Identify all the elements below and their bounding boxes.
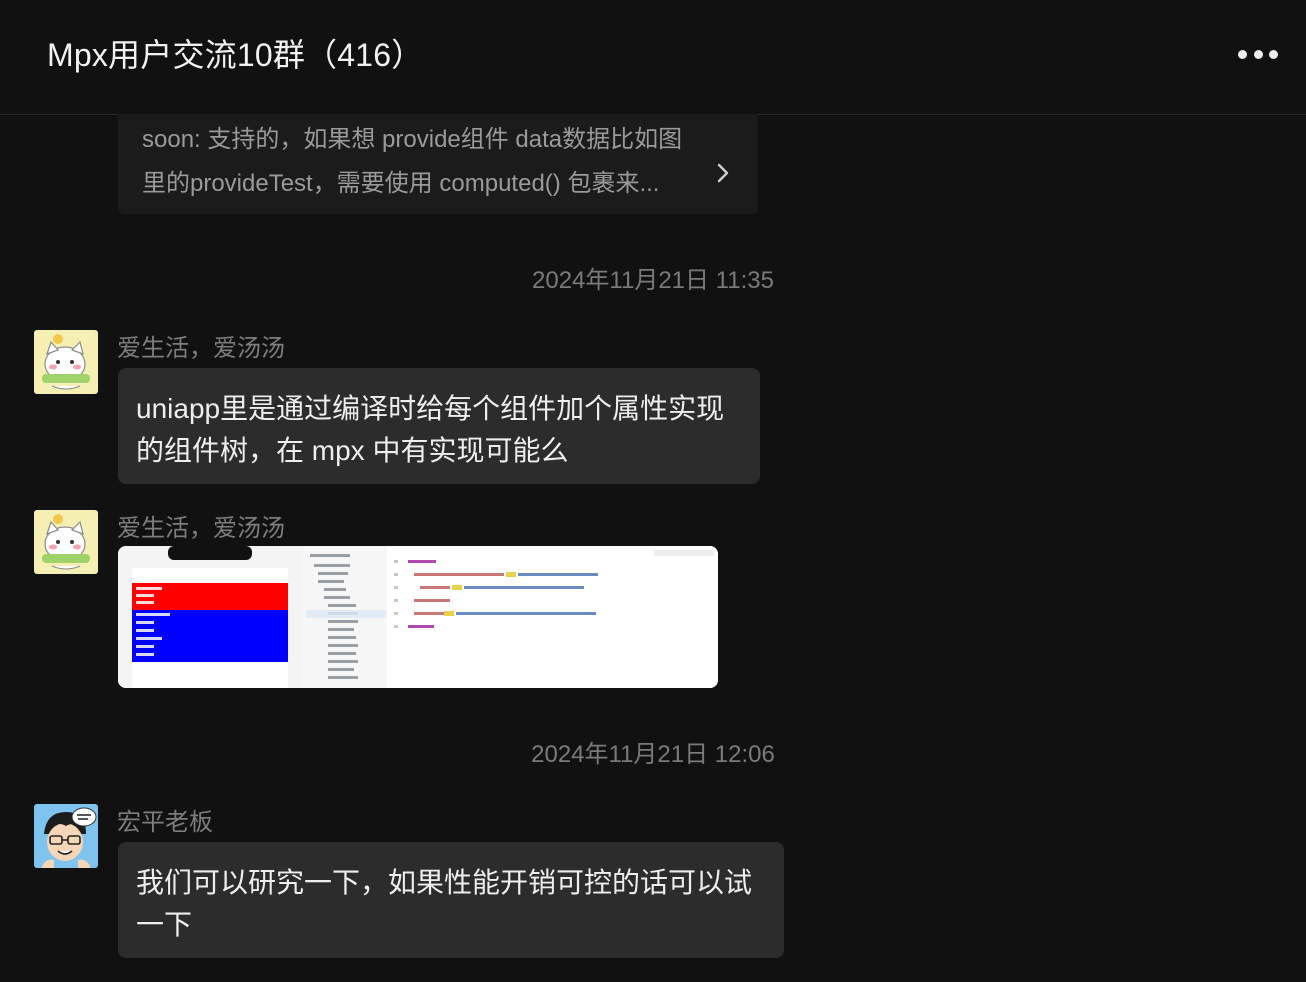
dot xyxy=(1238,49,1247,59)
sender-name[interactable]: 爱生活，爱汤汤 xyxy=(117,508,285,543)
image-message[interactable] xyxy=(118,546,718,688)
message-timestamp: 2024年11月21日 12:06 xyxy=(531,741,775,768)
quoted-message-text: soon: 支持的，如果想 provide组件 data数据比如图里的provi… xyxy=(142,126,683,197)
message-text: 我们可以研究一下，如果性能开销可控的话可以试一下 xyxy=(136,867,753,940)
more-options-icon[interactable] xyxy=(1238,40,1278,68)
message-timestamp: 2024年11月21日 11:35 xyxy=(532,267,774,294)
cat-avatar[interactable] xyxy=(34,330,98,394)
message-bubble[interactable]: uniapp里是通过编译时给每个组件加个属性实现的组件树，在 mpx 中有实现可… xyxy=(118,368,760,484)
dot xyxy=(1269,49,1278,59)
chevron-right-icon xyxy=(717,163,729,183)
cartoon-boy-avatar[interactable] xyxy=(34,804,98,868)
dot xyxy=(1253,49,1263,59)
sender-name[interactable]: 宏平老板 xyxy=(117,802,213,837)
chat-header: Mpx用户交流10群（416） xyxy=(0,0,1306,115)
sender-name[interactable]: 爱生活，爱汤汤 xyxy=(117,328,285,363)
cat-avatar-icon xyxy=(34,330,98,394)
code-screenshot-thumbnail xyxy=(118,546,718,688)
quoted-message-card[interactable]: soon: 支持的，如果想 provide组件 data数据比如图里的provi… xyxy=(118,114,758,214)
cartoon-boy-avatar-icon xyxy=(34,804,98,868)
cat-avatar[interactable] xyxy=(34,510,98,574)
message-bubble[interactable]: 我们可以研究一下，如果性能开销可控的话可以试一下 xyxy=(118,842,784,958)
message-text: uniapp里是通过编译时给每个组件加个属性实现的组件树，在 mpx 中有实现可… xyxy=(136,393,725,466)
chat-title[interactable]: Mpx用户交流10群（416） xyxy=(47,30,423,76)
cat-avatar-icon xyxy=(34,510,98,574)
